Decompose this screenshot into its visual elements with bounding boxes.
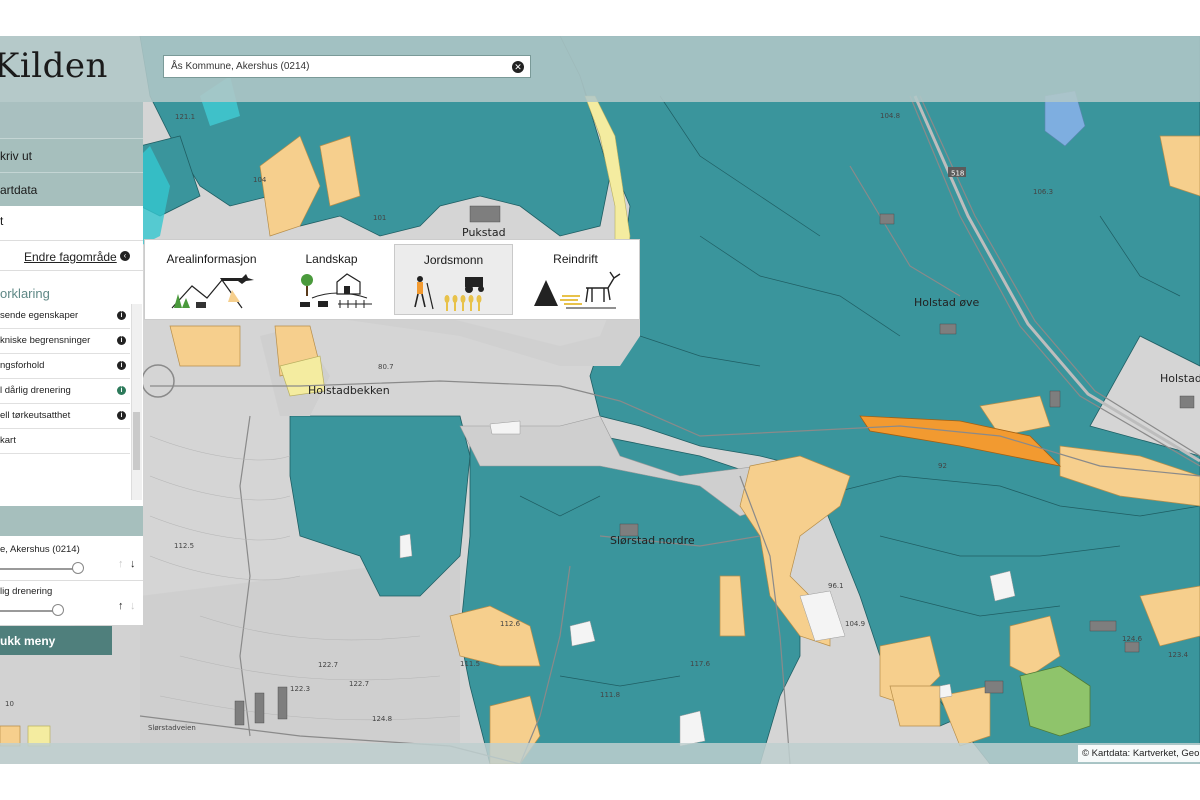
- sidebar-item-label: artdata: [0, 183, 38, 197]
- soil-tractor-icon: [414, 276, 484, 311]
- sidebar: kriv ut artdata t Endre fagområde ‹ orkl…: [0, 102, 143, 627]
- svg-text:117.6: 117.6: [690, 660, 711, 668]
- layer-name: lig drenering: [0, 586, 53, 597]
- farm-landscape-icon: [300, 273, 372, 308]
- arrow-down-icon[interactable]: ↓: [130, 600, 136, 612]
- svg-text:122.7: 122.7: [349, 680, 369, 688]
- legend-item[interactable]: sende egenskaper i: [0, 304, 130, 329]
- svg-text:104.9: 104.9: [845, 620, 865, 628]
- svg-text:122.3: 122.3: [290, 685, 310, 693]
- place-name: Holstad øve: [914, 296, 980, 309]
- info-icon[interactable]: i: [117, 311, 126, 320]
- legend-list: sende egenskaper i kniske begrensninger i …: [0, 304, 130, 500]
- search-input[interactable]: Ås Kommune, Akershus (0214) ✕: [163, 55, 531, 78]
- opacity-slider[interactable]: [0, 610, 60, 612]
- svg-text:80.7: 80.7: [378, 363, 394, 371]
- active-layers-panel: e, Akershus (0214) ↑ ↓ lig drenering ↑ ↓: [0, 536, 143, 625]
- svg-text:104.8: 104.8: [880, 112, 900, 120]
- theme-tile-arealinformasjon[interactable]: Arealinformasjon: [152, 244, 271, 315]
- footer-strip: [0, 743, 1200, 764]
- close-menu-button[interactable]: ukk meny: [0, 626, 112, 655]
- arrow-down-icon[interactable]: ↓: [130, 558, 136, 570]
- svg-text:123.4: 123.4: [1168, 651, 1189, 659]
- sidebar-item-label: kriv ut: [0, 149, 33, 163]
- legend-heading[interactable]: orklaring: [0, 286, 50, 301]
- place-name: Pukstad: [462, 226, 506, 239]
- layer-name: e, Akershus (0214): [0, 544, 80, 555]
- road-name: Slørstadveien: [148, 724, 196, 732]
- route-number: 518: [951, 170, 964, 178]
- chevron-left-icon[interactable]: ‹: [120, 251, 130, 261]
- legend-item[interactable]: l dårlig drenering i: [0, 379, 130, 404]
- place-name: Holstadbekken: [308, 384, 390, 397]
- clear-icon[interactable]: ✕: [512, 61, 524, 73]
- search-value[interactable]: Ås Kommune, Akershus (0214): [171, 61, 309, 72]
- svg-text:121.1: 121.1: [175, 113, 195, 121]
- active-layers-header: [0, 506, 143, 536]
- opacity-slider[interactable]: [0, 568, 78, 570]
- header-bar: Kilden Ås Kommune, Akershus (0214) ✕: [0, 36, 1200, 102]
- change-theme-link[interactable]: Endre fagområde: [24, 250, 117, 264]
- svg-text:106.3: 106.3: [1033, 188, 1053, 196]
- place-name: Holstad: [1160, 372, 1200, 385]
- legend-item[interactable]: ngsforhold i: [0, 354, 130, 379]
- slider-knob[interactable]: [72, 562, 84, 574]
- theme-selector-popup: Arealinformasjon Landskap Jordsmonn Rein…: [144, 239, 640, 320]
- svg-text:10: 10: [5, 700, 14, 708]
- legend-item[interactable]: ell tørkeutsatthet i: [0, 404, 130, 429]
- map-attribution: © Kartdata: Kartverket, Geo: [1078, 745, 1200, 762]
- arrow-up-icon[interactable]: ↑: [118, 558, 124, 570]
- scroll-thumb[interactable]: [133, 412, 140, 470]
- sidebar-top: [0, 102, 143, 138]
- svg-text:104: 104: [253, 176, 267, 184]
- change-theme-row[interactable]: Endre fagområde ‹: [0, 240, 143, 270]
- info-icon[interactable]: i: [117, 361, 126, 370]
- svg-text:111.8: 111.8: [600, 691, 620, 699]
- svg-text:112.6: 112.6: [500, 620, 521, 628]
- svg-text:122.7: 122.7: [318, 661, 338, 669]
- svg-text:124.8: 124.8: [372, 715, 392, 723]
- kilden-app: 518 Pukstad Holstad øve Holstad Holstadb…: [0, 36, 1200, 764]
- theme-panel: t Endre fagområde ‹ orklaring sende egen…: [0, 206, 143, 506]
- svg-text:112.5: 112.5: [174, 542, 194, 550]
- map-canvas[interactable]: 518 Pukstad Holstad øve Holstad Holstadb…: [0, 36, 1200, 764]
- theme-tile-jordsmonn[interactable]: Jordsmonn: [394, 244, 513, 315]
- reindeer-tent-icon: [534, 271, 621, 309]
- place-name: Slørstad nordre: [610, 534, 695, 547]
- arrow-up-icon[interactable]: ↑: [118, 600, 124, 612]
- legend-item[interactable]: kniske begrensninger i: [0, 329, 130, 354]
- theme-tile-reindrift[interactable]: Reindrift: [516, 244, 635, 315]
- info-icon[interactable]: i: [117, 336, 126, 345]
- info-icon[interactable]: i: [117, 411, 126, 420]
- svg-text:111.5: 111.5: [460, 660, 480, 668]
- sidebar-item-theme[interactable]: t: [0, 214, 3, 228]
- legend-scrollbar[interactable]: [131, 304, 142, 500]
- airplane-landscape-icon: [171, 274, 254, 309]
- svg-text:124.6: 124.6: [1122, 635, 1143, 643]
- svg-text:96.1: 96.1: [828, 582, 844, 590]
- svg-text:101: 101: [373, 214, 386, 222]
- info-icon[interactable]: i: [117, 386, 126, 395]
- sidebar-item-map-data[interactable]: artdata: [0, 172, 143, 206]
- divider: [0, 580, 143, 581]
- legend-item[interactable]: kart: [0, 429, 130, 454]
- slider-knob[interactable]: [52, 604, 64, 616]
- theme-tile-landskap[interactable]: Landskap: [272, 244, 391, 315]
- svg-text:92: 92: [938, 462, 947, 470]
- sidebar-item-print[interactable]: kriv ut: [0, 138, 143, 172]
- app-logo[interactable]: Kilden: [0, 46, 108, 86]
- divider: [0, 270, 143, 271]
